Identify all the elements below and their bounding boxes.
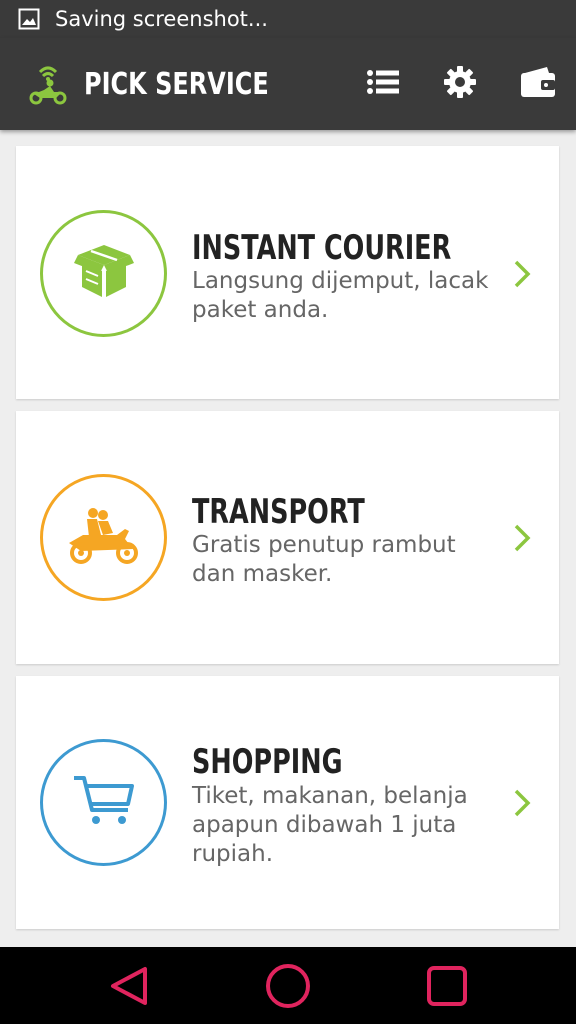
app-bar: PICK SERVICE [0,38,576,130]
motorbike-riders-icon [67,505,141,570]
motorbike-riders-icon-circle [40,474,167,601]
chevron-right-icon [512,523,532,553]
service-card-transport[interactable]: TRANSPORT Gratis penutup rambut dan mask… [16,411,559,664]
gear-icon[interactable] [440,62,480,102]
navigation-bar [0,947,576,1024]
recents-icon[interactable] [424,963,470,1009]
list-icon[interactable] [363,62,403,102]
chevron-right-icon [512,788,532,818]
back-icon[interactable] [106,963,152,1009]
service-description: Tiket, makanan, belanja apapun dibawah 1… [192,783,468,867]
shopping-cart-icon [72,774,136,831]
chevron-right-icon [512,259,532,289]
motorbike-wifi-logo [26,60,70,108]
service-title: TRANSPORT [192,492,365,532]
package-icon-circle [40,210,167,337]
image-icon [18,8,40,30]
service-card-instant-courier[interactable]: INSTANT COURIER Langsung dijemput, lacak… [16,146,559,399]
shopping-cart-icon-circle [40,739,167,866]
package-icon [73,241,134,306]
service-card-shopping[interactable]: SHOPPING Tiket, makanan, belanja apapun … [16,676,559,929]
status-bar: Saving screenshot... [0,0,576,38]
service-title: INSTANT COURIER [192,228,452,268]
app-title: PICK SERVICE [84,66,269,102]
service-description: Gratis penutup rambut dan masker. [192,532,456,587]
home-icon[interactable] [265,963,311,1009]
service-title: SHOPPING [192,742,343,782]
service-description: Langsung dijemput, lacak paket anda. [192,268,489,323]
status-text: Saving screenshot... [55,7,268,31]
wallet-icon[interactable] [518,62,558,102]
